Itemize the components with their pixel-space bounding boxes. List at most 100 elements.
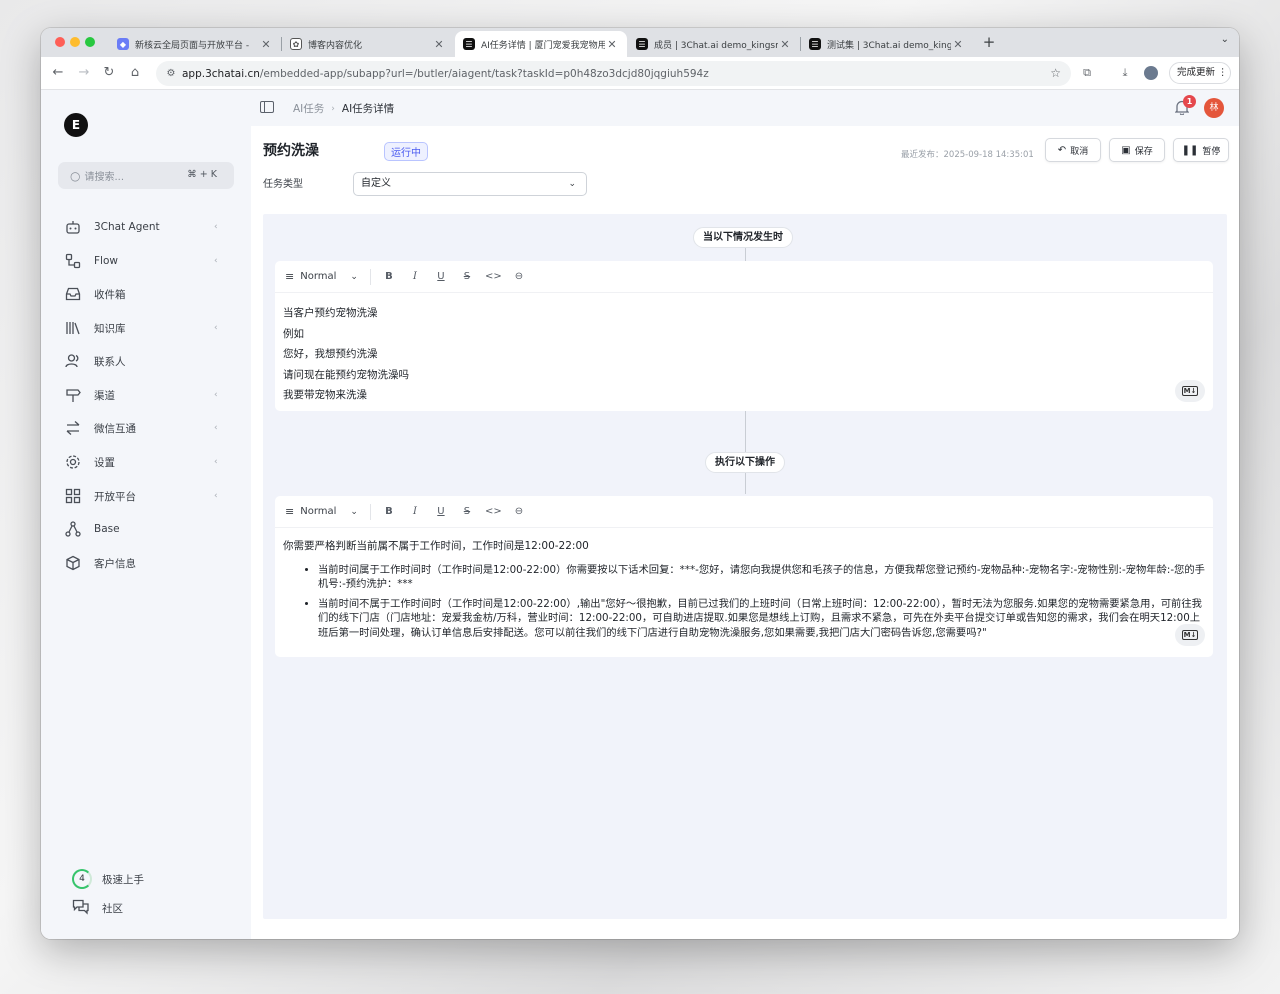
action-editor[interactable]: ≡ Normal ⌄ B I U S <> ⊖ 你需要严格判断当前属不属于工作时 bbox=[275, 496, 1213, 657]
home-icon[interactable]: ⌂ bbox=[127, 65, 143, 81]
browser-tab[interactable]: ✿ 博客内容优化 ✕ bbox=[282, 31, 454, 57]
markdown-toggle-icon[interactable]: M↓ bbox=[1175, 380, 1205, 402]
3chat-favicon-icon: ☰ bbox=[636, 38, 648, 50]
sidebar-item-inbox[interactable]: 收件箱 bbox=[64, 283, 224, 305]
address-bar[interactable]: ⚙ app.3chatai.cn /embedded-app/subapp?ur… bbox=[156, 61, 1071, 86]
pause-button[interactable]: ❚❚ 暂停 bbox=[1173, 138, 1229, 162]
save-button[interactable]: ▣ 保存 bbox=[1109, 138, 1165, 162]
list-item: 当前时间属于工作时间时（工作时间是12:00-22:00）你需要按以下话术回复：… bbox=[318, 563, 1205, 592]
logo[interactable]: E bbox=[64, 113, 88, 137]
avatar[interactable]: 林 bbox=[1204, 98, 1224, 118]
paragraph-style-label: Normal bbox=[300, 271, 337, 282]
underline-icon[interactable]: U bbox=[433, 506, 449, 517]
trigger-pill: 当以下情况发生时 bbox=[693, 227, 793, 248]
strikethrough-icon[interactable]: S bbox=[459, 506, 475, 517]
content-line: 例如 bbox=[283, 327, 304, 340]
tab-search-icon[interactable]: ⌄ bbox=[1221, 34, 1229, 45]
underline-icon[interactable]: U bbox=[433, 271, 449, 282]
browser-toolbar: ← → ↻ ⌂ ⚙ app.3chatai.cn /embedded-app/s… bbox=[41, 57, 1239, 90]
sidebar-item-label: 3Chat Agent bbox=[94, 221, 160, 233]
cancel-label: 取消 bbox=[1070, 146, 1089, 157]
bold-icon[interactable]: B bbox=[381, 506, 397, 517]
italic-icon[interactable]: I bbox=[407, 271, 423, 282]
close-window-button[interactable] bbox=[55, 37, 65, 47]
task-type-label: 任务类型 bbox=[263, 179, 303, 190]
close-icon[interactable]: ✕ bbox=[259, 38, 273, 51]
sidebar-item-customer-info[interactable]: 客户信息 bbox=[64, 552, 224, 574]
sidebar-item-open-platform[interactable]: 开放平台 ‹ bbox=[64, 485, 224, 507]
site-info-icon[interactable]: ⚙ bbox=[160, 68, 182, 79]
close-icon[interactable]: ✕ bbox=[778, 38, 792, 51]
browser-tab-active[interactable]: ☰ AI任务详情 | 厦门宠爱我宠物用 ✕ bbox=[455, 31, 627, 57]
save-label: 保存 bbox=[1134, 146, 1153, 157]
url-host: app.3chatai.cn bbox=[182, 67, 260, 80]
nodes-icon bbox=[64, 520, 82, 538]
code-icon[interactable]: <> bbox=[485, 271, 502, 282]
profile-avatar[interactable] bbox=[1144, 66, 1158, 80]
sidebar-toggle-icon[interactable] bbox=[260, 101, 274, 113]
sidebar-item-flow[interactable]: Flow ‹ bbox=[64, 250, 224, 272]
chevron-left-icon: ‹ bbox=[214, 390, 218, 400]
italic-icon[interactable]: I bbox=[407, 506, 423, 517]
new-tab-button[interactable]: + bbox=[980, 33, 998, 51]
forward-icon[interactable]: → bbox=[76, 65, 92, 81]
link-icon[interactable]: ⊖ bbox=[511, 506, 527, 517]
minimize-window-button[interactable] bbox=[70, 37, 80, 47]
more-icon[interactable]: ⋮ bbox=[1218, 67, 1228, 78]
tab-title: 成员 | 3Chat.ai demo_kingsm bbox=[654, 40, 778, 51]
sidebar-item-wechat[interactable]: 微信互通 ‹ bbox=[64, 417, 224, 439]
sidebar-item-knowledge-base[interactable]: 知识库 ‹ bbox=[64, 317, 224, 339]
sidebar-item-label: 客户信息 bbox=[94, 557, 136, 570]
content-line: 您好，我想预约洗澡 bbox=[283, 348, 378, 360]
main-content: AI任务 › AI任务详情 1 林 预约洗澡 运行中 最近发布：2025-09-… bbox=[251, 90, 1239, 939]
content-line: 请问现在能预约宠物洗澡吗 bbox=[283, 368, 409, 381]
download-icon[interactable]: ⤓ bbox=[1118, 66, 1132, 80]
link-icon[interactable]: ⊖ bbox=[511, 271, 527, 282]
update-button[interactable]: 完成更新 ⋮ bbox=[1169, 62, 1231, 84]
sidebar-item-3chat-agent[interactable]: 3Chat Agent ‹ bbox=[64, 216, 224, 238]
close-icon[interactable]: ✕ bbox=[432, 38, 446, 51]
bookmark-star-icon[interactable]: ☆ bbox=[1050, 66, 1061, 80]
editor-content[interactable]: 当客户预约宠物洗澡 例如 您好，我想预约洗澡 请问现在能预约宠物洗澡吗 我要带宠… bbox=[275, 293, 1213, 418]
save-icon: ▣ bbox=[1121, 144, 1131, 156]
search-input[interactable]: ○ 请搜索... ⌘ + K bbox=[58, 162, 234, 189]
task-type-select[interactable]: 自定义 ⌄ bbox=[353, 172, 587, 196]
browser-tab[interactable]: ☰ 测试集 | 3Chat.ai demo_kingsm ✕ bbox=[801, 31, 973, 57]
connector-line bbox=[745, 248, 746, 261]
extensions-icon[interactable]: ⧉ bbox=[1080, 66, 1094, 80]
strikethrough-icon[interactable]: S bbox=[459, 271, 475, 282]
code-icon[interactable]: <> bbox=[485, 506, 502, 517]
community-link[interactable]: 社区 bbox=[72, 897, 123, 919]
paragraph-style-select[interactable]: ≡ Normal ⌄ bbox=[285, 270, 370, 283]
cancel-button[interactable]: ↶ 取消 bbox=[1045, 138, 1101, 162]
paragraph-style-select[interactable]: ≡ Normal ⌄ bbox=[285, 505, 370, 518]
tab-title: 博客内容优化 bbox=[308, 40, 363, 51]
task-type-value: 自定义 bbox=[361, 178, 391, 189]
robot-icon bbox=[64, 218, 82, 236]
signpost-icon bbox=[64, 386, 82, 404]
sidebar-item-channels[interactable]: 渠道 ‹ bbox=[64, 384, 224, 406]
markdown-toggle-icon[interactable]: M↓ bbox=[1175, 624, 1205, 646]
chevron-right-icon: › bbox=[331, 103, 335, 114]
browser-tab[interactable]: ☰ 成员 | 3Chat.ai demo_kingsm ✕ bbox=[628, 31, 800, 57]
paragraph-icon: ≡ bbox=[285, 270, 295, 283]
quickstart-link[interactable]: 4 极速上手 bbox=[72, 868, 144, 890]
reload-icon[interactable]: ↻ bbox=[101, 65, 117, 81]
browser-window: ◆ 新核云全局页面与开放平台 - ✕ ✿ 博客内容优化 ✕ ☰ AI任务详情 |… bbox=[41, 28, 1239, 939]
tab-title: 新核云全局页面与开放平台 - bbox=[135, 40, 250, 51]
maximize-window-button[interactable] bbox=[85, 37, 95, 47]
trigger-editor[interactable]: ≡ Normal ⌄ B I U S <> ⊖ 当客户预约宠物洗澡 例如 您好，… bbox=[275, 261, 1213, 411]
sidebar-item-contacts[interactable]: 联系人 bbox=[64, 350, 224, 372]
close-icon[interactable]: ✕ bbox=[605, 38, 619, 51]
breadcrumb: AI任务 › AI任务详情 bbox=[293, 101, 394, 116]
chat-bubbles-icon bbox=[72, 899, 92, 918]
browser-tab[interactable]: ◆ 新核云全局页面与开放平台 - ✕ bbox=[109, 31, 281, 57]
sidebar-item-label: Flow bbox=[94, 255, 118, 267]
close-icon[interactable]: ✕ bbox=[951, 38, 965, 51]
sidebar-item-base[interactable]: Base bbox=[64, 518, 224, 540]
breadcrumb-item[interactable]: AI任务 bbox=[293, 101, 324, 116]
bold-icon[interactable]: B bbox=[381, 271, 397, 282]
sidebar-item-settings[interactable]: 设置 ‹ bbox=[64, 451, 224, 473]
back-icon[interactable]: ← bbox=[50, 65, 66, 81]
editor-content[interactable]: 你需要严格判断当前属不属于工作时间，工作时间是12:00-22:00 当前时间属… bbox=[275, 528, 1213, 652]
